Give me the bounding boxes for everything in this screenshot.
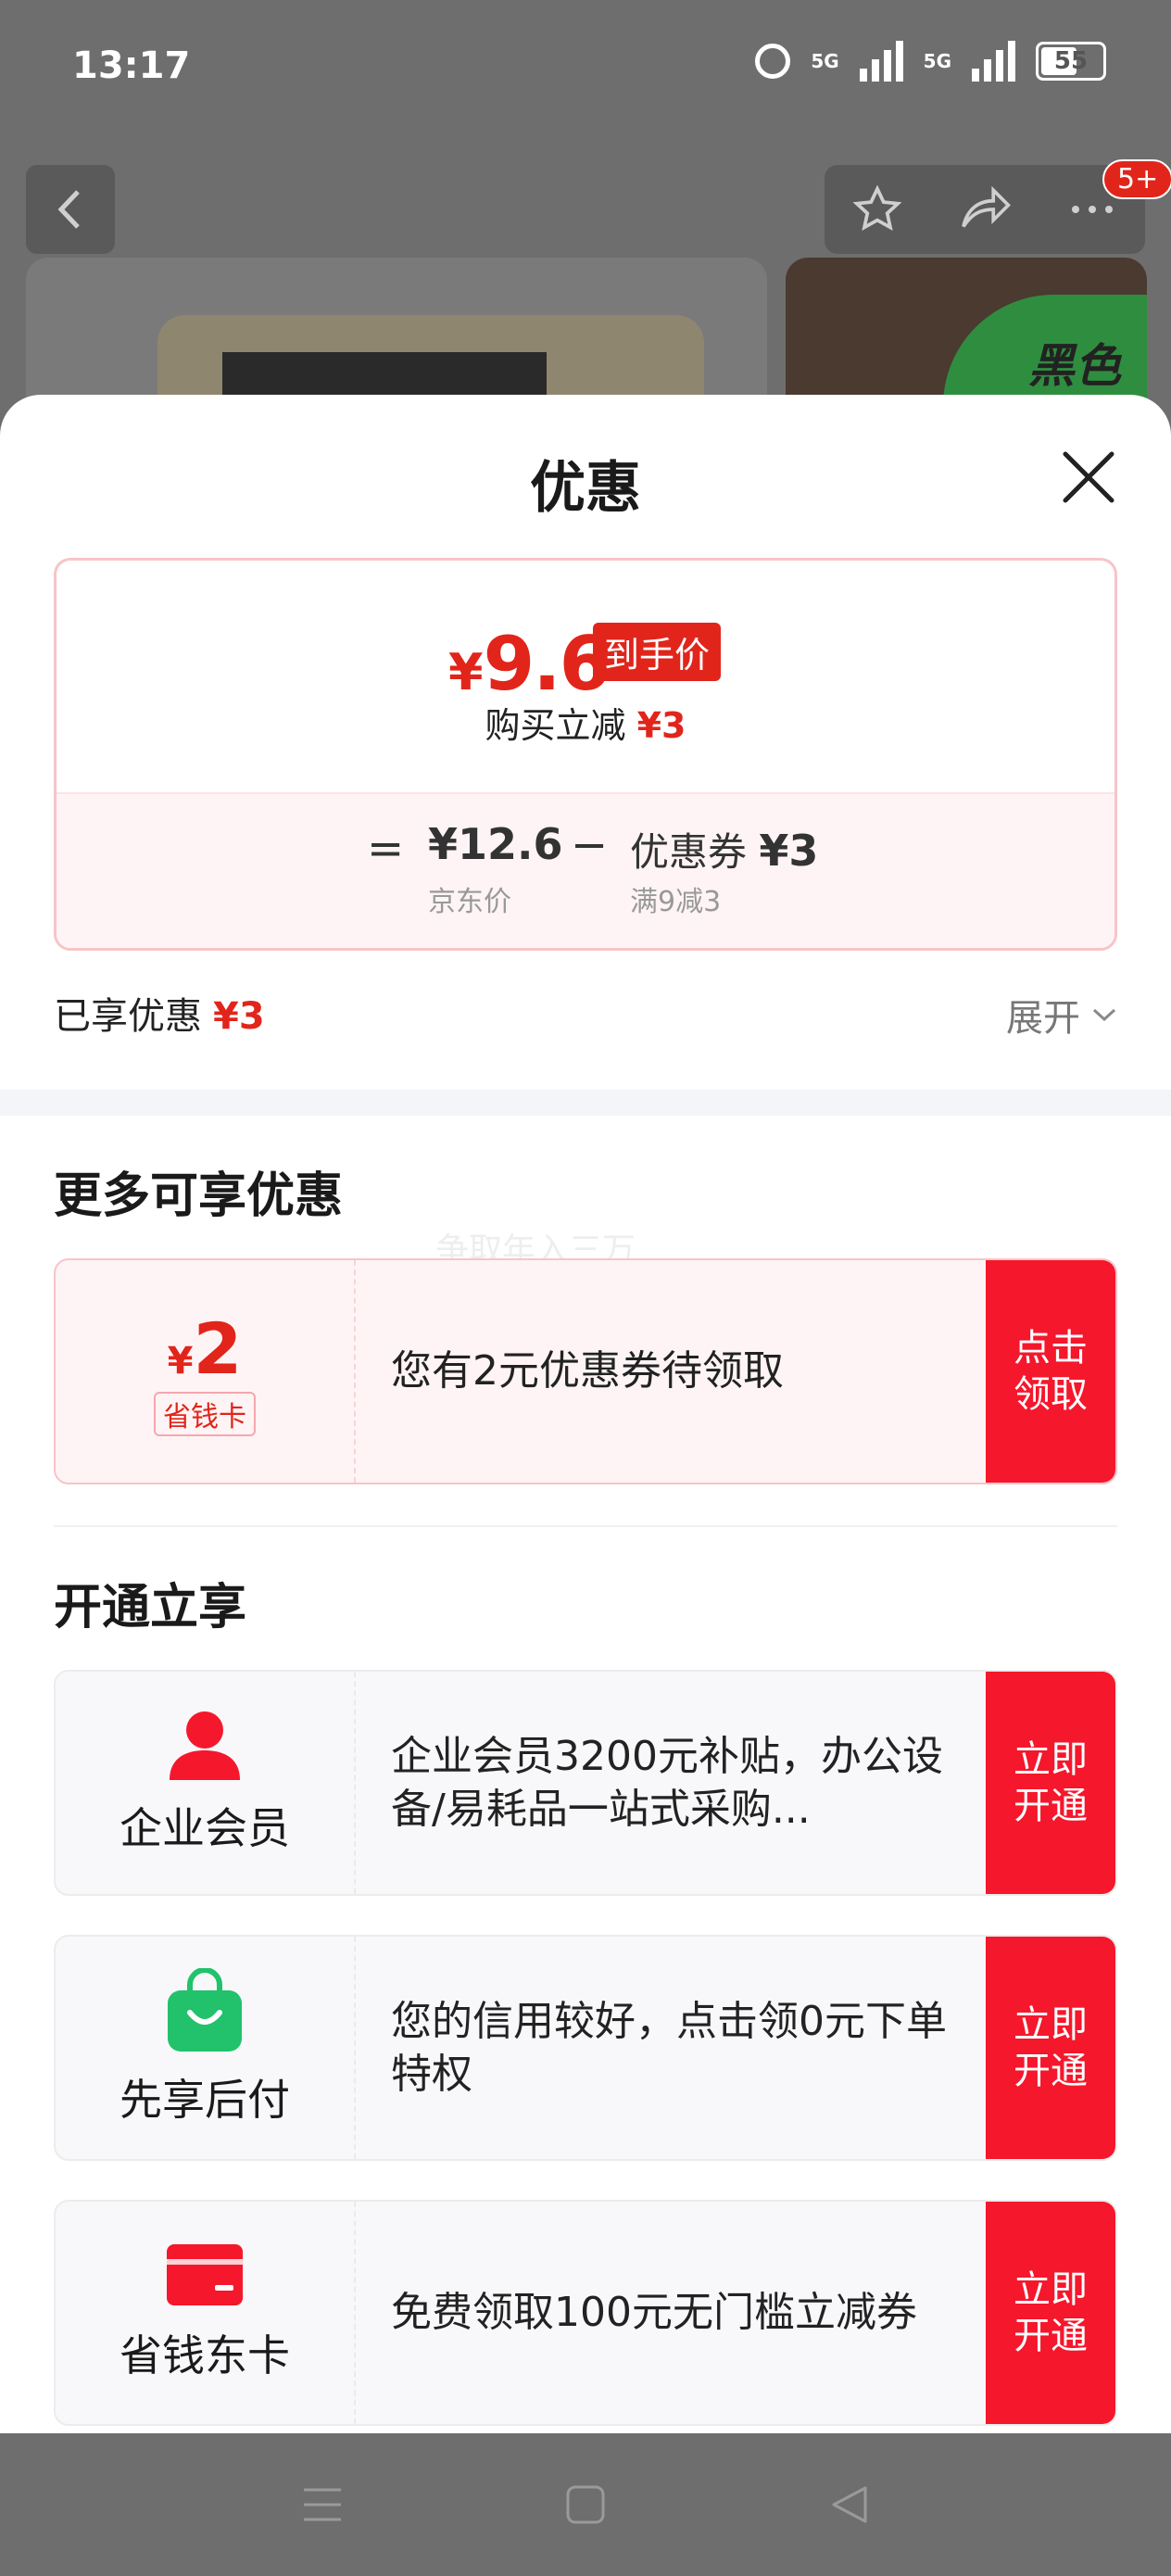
open-enterprise-button[interactable]: 立即 开通 — [986, 1672, 1115, 1894]
star-icon[interactable] — [851, 183, 903, 235]
network-type-1: 5G — [811, 50, 839, 72]
chevron-down-icon — [1092, 1008, 1116, 1022]
coupon-rule: 满9减3 — [630, 886, 722, 918]
coupon-value: 优惠券 ¥3 — [630, 826, 819, 876]
open-saving-card-button[interactable]: 立即 开通 — [986, 2202, 1115, 2424]
expand-label: 展开 — [1006, 997, 1080, 1040]
signal-icon-2 — [972, 41, 1015, 82]
jd-price: ¥12.6 — [428, 819, 563, 869]
more-icon[interactable] — [1066, 200, 1118, 219]
share-icon[interactable] — [957, 183, 1013, 235]
back-button[interactable] — [26, 165, 115, 254]
enterprise-member-desc: 企业会员3200元补贴，办公设备/易耗品一站式采购... — [391, 1732, 943, 1833]
shopping-bag-icon — [168, 1968, 242, 2052]
pay-later-label: 先享后付 — [120, 2075, 290, 2125]
system-nav-bar — [0, 2433, 1171, 2576]
alarm-icon — [755, 44, 791, 79]
chevron-left-icon — [57, 190, 80, 229]
signal-icon — [859, 41, 903, 82]
saving-card-coupon: ¥2 省钱卡 您有2元优惠券待领取 点击 领取 — [54, 1258, 1117, 1484]
enjoyed-discount: 已享优惠 ¥3 — [54, 995, 265, 1038]
saving-jd-card-label: 省钱东卡 — [120, 2330, 290, 2380]
saving-card-tag: 省钱卡 — [154, 1391, 256, 1436]
saving-jd-card: 省钱东卡 免费领取100元无门槛立减券 立即 开通 — [54, 2200, 1117, 2426]
open-benefits-title: 开通立享 — [54, 1580, 247, 1635]
section-divider — [0, 1090, 1171, 1116]
saving-jd-card-desc: 免费领取100元无门槛立减券 — [391, 2289, 917, 2337]
top-actions — [825, 165, 1145, 254]
person-icon — [170, 1711, 240, 1780]
sheet-title: 优惠 — [530, 456, 641, 521]
network-type-2: 5G — [923, 50, 951, 72]
pay-later-card: 先享后付 您的信用较好，点击领0元下单特权 立即 开通 — [54, 1935, 1117, 2161]
more-discounts-title: 更多可享优惠 — [54, 1168, 344, 1224]
home-icon[interactable] — [565, 2484, 606, 2525]
divider — [54, 1525, 1117, 1527]
battery-level: 55 — [1053, 47, 1089, 75]
equals-sign: = — [367, 823, 405, 875]
card-icon — [167, 2244, 243, 2305]
pay-later-desc: 您的信用较好，点击领0元下单特权 — [391, 1997, 947, 2098]
status-time: 13:17 — [72, 44, 191, 87]
final-price: ¥9.6 — [448, 621, 611, 707]
status-icons: 5G 5G 55 — [755, 41, 1106, 82]
jd-price-label: 京东价 — [428, 886, 511, 918]
menu-icon[interactable] — [302, 2486, 343, 2523]
back-nav-icon[interactable] — [828, 2484, 869, 2525]
minus-sign: − — [571, 819, 609, 871]
purchase-reduce: 购买立减 ¥3 — [485, 705, 686, 746]
open-pay-later-button[interactable]: 立即 开通 — [986, 1937, 1115, 2159]
price-breakdown — [54, 558, 1117, 951]
saving-card-desc: 您有2元优惠券待领取 — [391, 1347, 784, 1395]
saving-card-amount: ¥2 — [167, 1307, 243, 1390]
battery-icon: 55 — [1036, 42, 1106, 81]
final-price-tag: 到手价 — [593, 623, 722, 681]
enterprise-member-card: 企业会员 企业会员3200元补贴，办公设备/易耗品一站式采购... 立即 开通 — [54, 1670, 1117, 1896]
enterprise-member-label: 企业会员 — [120, 1803, 290, 1853]
close-icon[interactable] — [1056, 445, 1121, 510]
claim-button[interactable]: 点击 领取 — [986, 1260, 1115, 1483]
expand-button[interactable]: 展开 — [1006, 988, 1117, 1042]
thumbnail-text: 黑色 — [1028, 339, 1121, 393]
cart-badge: 5+ — [1102, 159, 1171, 199]
